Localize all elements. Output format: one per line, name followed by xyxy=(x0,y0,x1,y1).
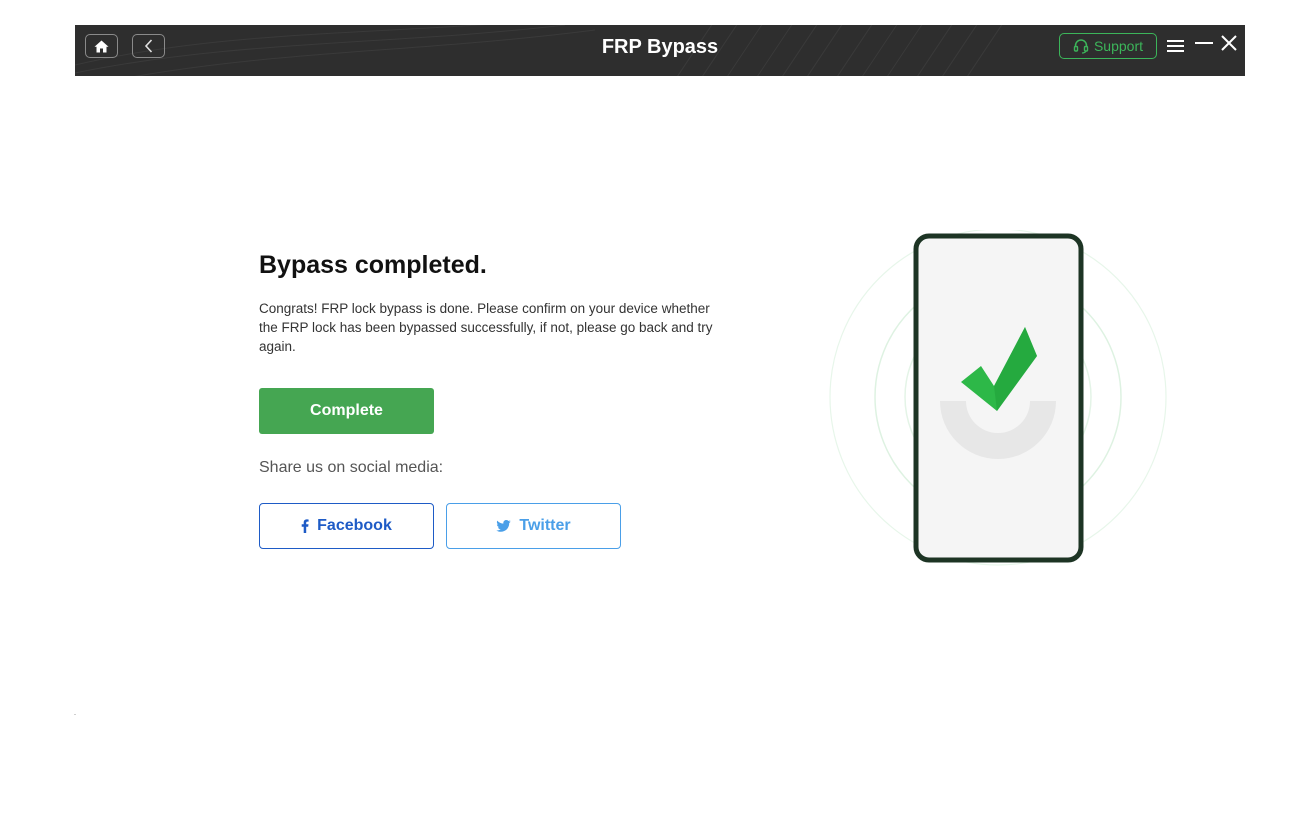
twitter-icon xyxy=(496,520,512,532)
share-label: Share us on social media: xyxy=(259,459,444,476)
complete-button[interactable]: Complete xyxy=(259,388,434,434)
support-label: Support xyxy=(1093,38,1144,54)
facebook-icon xyxy=(301,519,309,533)
support-button[interactable]: Support xyxy=(1059,33,1157,59)
home-button[interactable] xyxy=(85,34,118,58)
minimize-icon[interactable] xyxy=(1195,34,1213,52)
close-icon[interactable] xyxy=(1220,34,1238,52)
twitter-label: Twitter xyxy=(519,517,571,534)
back-chevron-icon xyxy=(144,39,152,53)
twitter-share-button[interactable]: Twitter xyxy=(446,503,621,549)
back-button[interactable] xyxy=(132,34,165,58)
facebook-share-button[interactable]: Facebook xyxy=(259,503,434,549)
facebook-label: Facebook xyxy=(317,517,392,534)
menu-icon[interactable] xyxy=(1167,39,1184,53)
description-text: Congrats! FRP lock bypass is done. Pleas… xyxy=(259,301,713,354)
corner-dot xyxy=(74,714,76,715)
page-title: Bypass completed. xyxy=(259,251,487,279)
title-bar: FRP Bypass Support xyxy=(75,25,1245,76)
home-icon xyxy=(94,40,109,52)
phone-success-illustration xyxy=(829,230,1167,566)
headset-icon xyxy=(1073,39,1089,54)
